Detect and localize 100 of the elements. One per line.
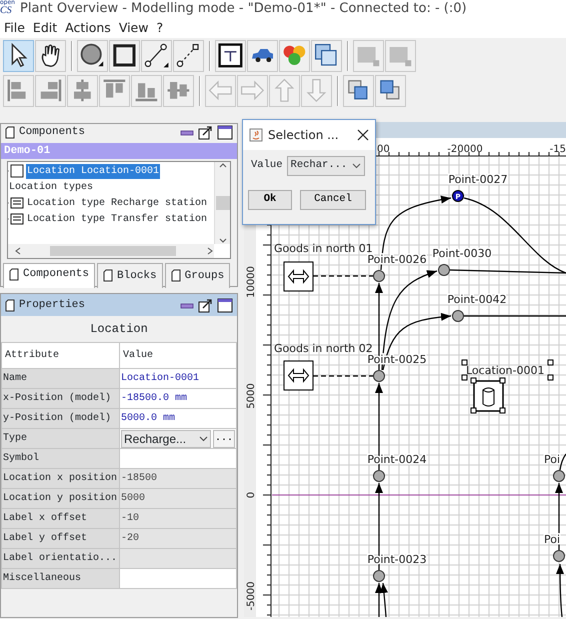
menu-item[interactable]: Actions — [61, 18, 115, 38]
value-cell[interactable] — [120, 568, 236, 588]
field-label: Value — [251, 158, 283, 174]
menu-item[interactable]: View — [114, 18, 152, 38]
ruler-label: -20000 — [447, 144, 483, 155]
point-tool-button[interactable] — [77, 40, 108, 72]
value-cell[interactable]: -18500.0 mm — [120, 388, 236, 408]
caret-icon — [199, 436, 208, 442]
scroll-right-icon[interactable] — [206, 247, 214, 255]
block-button[interactable] — [279, 40, 310, 72]
vertical-scrollbar[interactable] — [214, 162, 230, 244]
value-cell: -20 — [120, 528, 236, 548]
point-label: Point-0042 — [447, 293, 507, 306]
attribute-cell: x-Position (model) — [2, 388, 120, 408]
line-icon — [142, 41, 171, 70]
link-line — [313, 375, 373, 377]
panel-title: Components — [19, 125, 86, 140]
panel-tab[interactable]: Blocks — [97, 263, 163, 288]
scroll-up-icon[interactable] — [218, 162, 226, 168]
tree-item[interactable]: Location type Recharge station — [26, 196, 208, 210]
station-label: Goods in north 02 — [274, 342, 373, 355]
panel-tab[interactable]: Components — [3, 263, 96, 288]
scrollbar-thumb[interactable] — [50, 246, 176, 256]
link-line — [313, 275, 373, 277]
location-tool-button[interactable] — [109, 40, 140, 72]
ruler-label: 5000 — [246, 383, 257, 409]
value-cell[interactable] — [120, 448, 236, 468]
tree-item[interactable]: Location type Transfer station — [26, 212, 208, 226]
document-icon — [5, 298, 15, 312]
location-label: Location-0001 — [466, 364, 544, 377]
ruler-label: 10000 — [246, 266, 257, 298]
group-button[interactable] — [311, 40, 342, 72]
ruler-label: -15 — [550, 144, 566, 155]
type-dropdown[interactable]: Recharge... — [121, 430, 211, 448]
value-cell: 5000 — [120, 488, 236, 508]
pan-tool-button[interactable] — [35, 40, 66, 72]
link-tool-button[interactable] — [173, 40, 204, 72]
bring-front-button[interactable] — [343, 74, 374, 106]
java-icon — [249, 128, 263, 142]
ruler-label: -5000 — [246, 581, 257, 611]
station-label: Goods in north 01 — [274, 242, 373, 255]
scroll-left-icon[interactable] — [14, 247, 22, 255]
menu-item[interactable]: ? — [152, 18, 168, 38]
menu-item[interactable]: File — [0, 18, 29, 38]
value-cell[interactable]: Location-0001 — [120, 368, 236, 388]
attribute-cell: Type — [2, 428, 120, 448]
ok-button[interactable]: Ok — [248, 190, 292, 210]
cancel-button[interactable]: Cancel — [300, 190, 366, 210]
document-icon — [9, 268, 19, 281]
attribute-cell: Label orientatio... — [2, 548, 120, 568]
double-arrow-icon — [288, 269, 310, 284]
window-title: Plant Overview - Modelling mode - "Demo-01*" - Connected to: - (:0) — [20, 0, 467, 18]
value-dropdown[interactable]: Rechar... — [286, 156, 365, 176]
object-type-label: Location — [90, 322, 148, 336]
maximize-icon[interactable] — [217, 298, 233, 312]
column-header[interactable]: Value — [120, 342, 236, 368]
ruler-label: 0 — [246, 492, 257, 498]
caret-icon — [352, 163, 361, 169]
column-header[interactable]: Attribute — [2, 342, 120, 368]
selection-handles[interactable] — [462, 360, 554, 414]
double-arrow-icon — [288, 368, 310, 383]
document-icon — [5, 126, 15, 139]
path-line — [556, 564, 564, 617]
location-type-button[interactable] — [215, 40, 246, 72]
document-icon — [170, 269, 181, 282]
value-cell: -10 — [120, 508, 236, 528]
maximize-icon[interactable] — [217, 124, 233, 140]
attribute-cell: Location x position — [2, 468, 120, 488]
value-cell[interactable]: 5000.0 mm — [120, 408, 236, 428]
attribute-cell: Miscellaneous — [2, 568, 120, 588]
close-icon[interactable] — [357, 129, 369, 141]
attribute-cell: Symbol — [2, 448, 120, 468]
dialog-title: Selection ... — [268, 127, 340, 144]
panel-tab[interactable]: Groups — [164, 263, 230, 288]
attribute-cell: y-Position (model) — [2, 408, 120, 428]
minimize-icon[interactable] — [180, 301, 194, 309]
point-label: Poi — [544, 453, 560, 466]
tree-item[interactable]: Location types — [8, 180, 94, 194]
path-line — [559, 454, 566, 470]
point-label: Point-0027 — [448, 173, 508, 186]
attribute-cell: Name — [2, 368, 120, 388]
select-tool-button[interactable] — [3, 40, 34, 72]
value-cell: -18500 — [120, 468, 236, 488]
more-button[interactable]: ... — [213, 430, 235, 448]
undock-icon[interactable] — [198, 298, 213, 312]
attribute-cell: Label x offset — [2, 508, 120, 528]
minimize-icon[interactable] — [180, 128, 194, 136]
attribute-cell: Label y offset — [2, 528, 120, 548]
send-back-button[interactable] — [375, 74, 406, 106]
horizontal-scrollbar[interactable] — [8, 244, 214, 258]
point-label: Point-0030 — [432, 247, 492, 260]
panel-title: Properties — [19, 298, 86, 313]
ruler-label: 00 — [377, 144, 390, 155]
vehicle-button[interactable] — [247, 40, 278, 72]
scrollbar-thumb[interactable] — [216, 196, 230, 210]
path-tool-button[interactable] — [141, 40, 172, 72]
tree-item[interactable]: Location Location-0001 — [26, 164, 160, 178]
menu-item[interactable]: Edit — [28, 18, 62, 38]
scroll-down-icon[interactable] — [218, 238, 226, 244]
undock-icon[interactable] — [198, 124, 213, 140]
